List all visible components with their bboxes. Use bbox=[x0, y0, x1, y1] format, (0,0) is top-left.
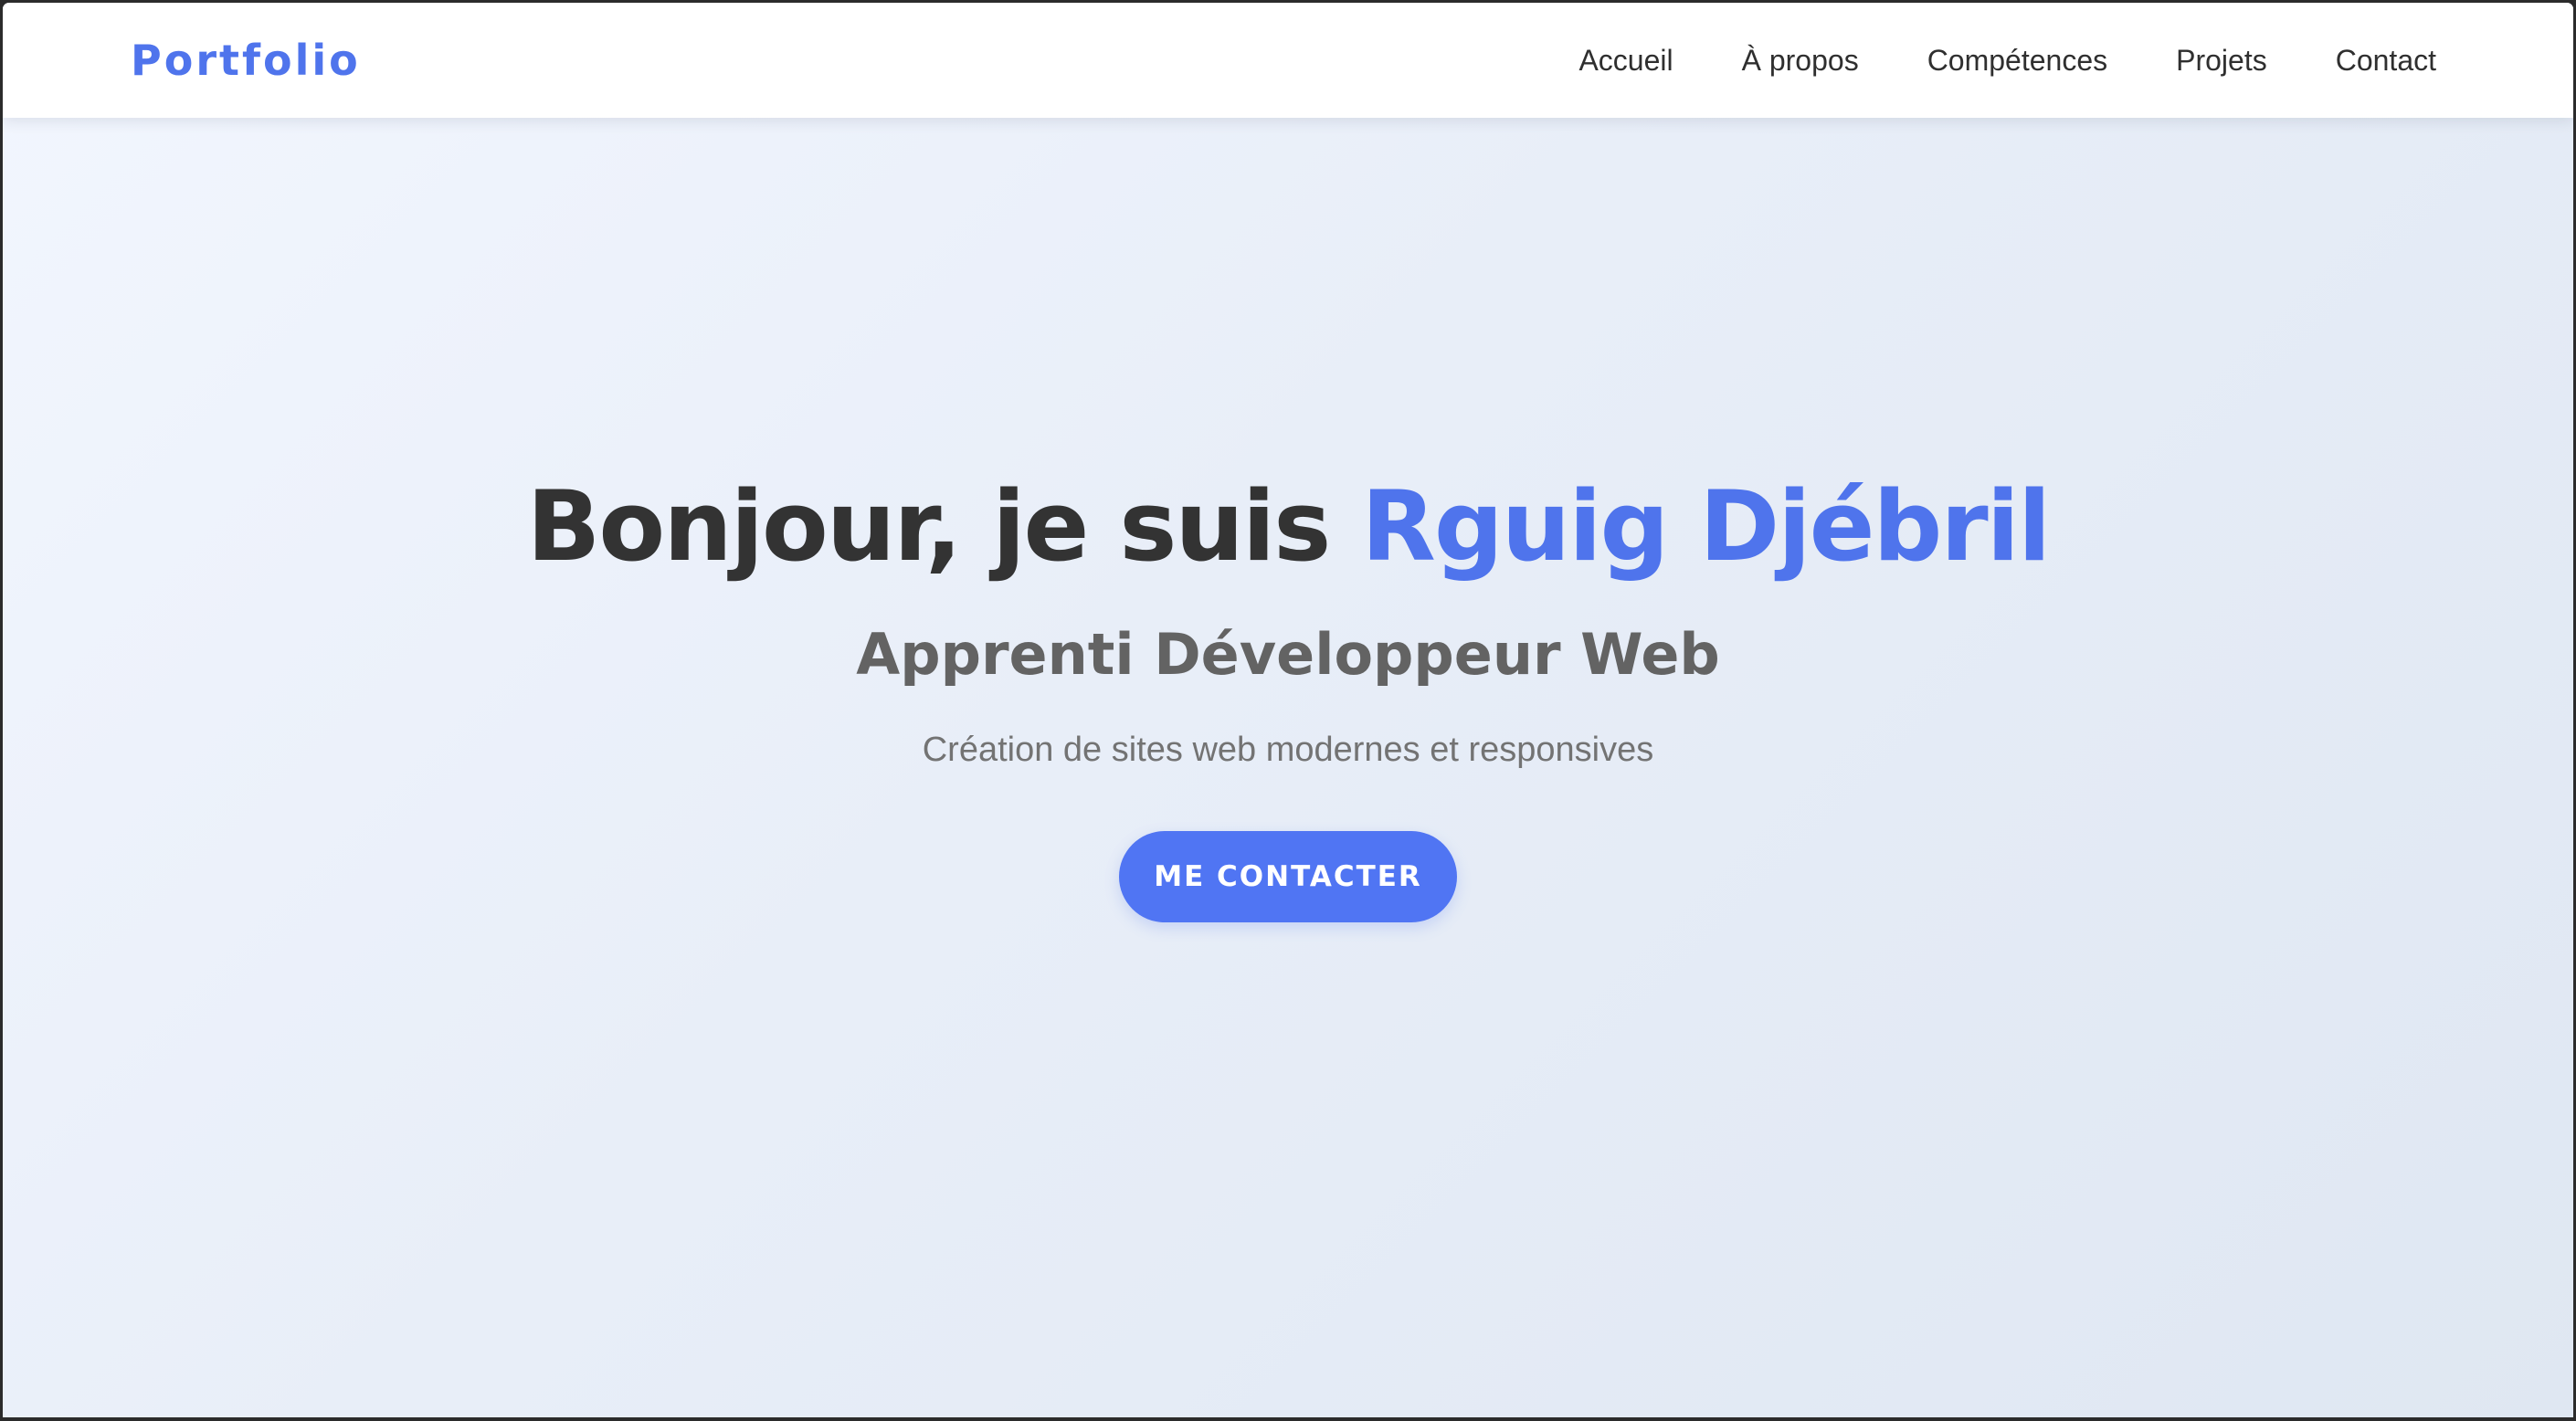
nav-item-competences: Compétences bbox=[1927, 46, 2107, 75]
nav-link-projets[interactable]: Projets bbox=[2176, 44, 2267, 77]
nav-item-contact: Contact bbox=[2336, 46, 2436, 75]
nav-item-accueil: Accueil bbox=[1578, 46, 1673, 75]
contact-me-button[interactable]: ME CONTACTER bbox=[1119, 831, 1457, 923]
hero-tagline: Création de sites web modernes et respon… bbox=[922, 730, 1654, 769]
nav-item-a-propos: À propos bbox=[1742, 46, 1859, 75]
brand-logo-link[interactable]: Portfolio bbox=[131, 39, 361, 81]
nav-link-a-propos[interactable]: À propos bbox=[1742, 44, 1859, 77]
hero-title: Bonjour, je suis Rguig Djébril bbox=[526, 468, 2052, 584]
hero-subtitle: Apprenti Développeur Web bbox=[856, 621, 1720, 689]
browser-viewport: Portfolio Accueil À propos Compétences P… bbox=[0, 0, 2576, 1421]
hero-name: Rguig Djébril bbox=[1361, 470, 2051, 583]
nav-menu: Accueil À propos Compétences Projets Con… bbox=[1578, 46, 2436, 75]
nav-link-accueil[interactable]: Accueil bbox=[1578, 44, 1673, 77]
nav-link-competences[interactable]: Compétences bbox=[1927, 44, 2107, 77]
hero-section: Bonjour, je suis Rguig Djébril Apprenti … bbox=[3, 118, 2573, 1417]
nav-link-contact[interactable]: Contact bbox=[2336, 44, 2436, 77]
hero-greeting: Bonjour, je suis bbox=[526, 470, 1362, 583]
navbar: Portfolio Accueil À propos Compétences P… bbox=[3, 3, 2573, 118]
nav-item-projets: Projets bbox=[2176, 46, 2267, 75]
